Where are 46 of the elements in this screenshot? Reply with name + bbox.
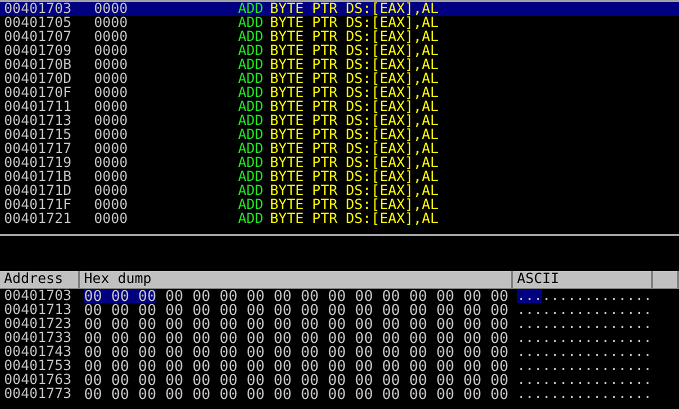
column-header[interactable]: Hex dump bbox=[80, 271, 513, 289]
address-cell-text: 00401703 bbox=[3, 289, 72, 303]
ascii-text[interactable]: ................ bbox=[517, 387, 652, 401]
address-cell-text: 00401713 bbox=[3, 303, 72, 317]
column-header[interactable]: Address bbox=[0, 271, 80, 289]
disassembly-row[interactable]: 0040170D 0000 ADD BYTE PTR DS:[EAX],AL bbox=[0, 72, 679, 86]
hex-bytes[interactable]: 00 00 00 00 00 00 00 00 00 00 00 00 00 00 00 00 bbox=[84, 345, 508, 359]
hex-bytes[interactable]: 00 00 00 00 00 00 00 00 00 00 00 00 00 00 00 00 bbox=[84, 303, 508, 317]
hex-bytes[interactable]: 00 00 00 00 00 00 00 00 00 00 00 00 00 00 00 00 bbox=[84, 331, 508, 345]
hex-bytes[interactable]: 00 00 00 00 00 00 00 00 00 00 00 00 00 00 00 00 bbox=[84, 373, 508, 387]
disassembly-row[interactable]: 00401717 0000 ADD BYTE PTR DS:[EAX],AL bbox=[0, 142, 679, 156]
disassembly-row[interactable]: 00401719 0000 ADD BYTE PTR DS:[EAX],AL bbox=[0, 156, 679, 170]
ascii-text[interactable]: ................ bbox=[517, 317, 652, 331]
address-cell-text: 00401763 bbox=[3, 373, 72, 387]
hex-bytes[interactable]: 00 00 00 00 00 00 00 00 00 00 00 00 00 bbox=[165, 289, 508, 303]
column-header[interactable]: ASCII bbox=[513, 271, 653, 289]
hex-bytes[interactable]: 00 00 00 00 00 00 00 00 00 00 00 00 00 00 00 00 bbox=[84, 317, 508, 331]
disassembly-row[interactable]: 00401711 0000 ADD BYTE PTR DS:[EAX],AL bbox=[0, 100, 679, 114]
hex-bytes[interactable]: 00 00 00 00 00 00 00 00 00 00 00 00 00 00 00 00 bbox=[84, 359, 508, 373]
ascii-text[interactable]: ................ bbox=[517, 345, 652, 359]
disassembly-row[interactable]: 0040170F 0000 ADD BYTE PTR DS:[EAX],AL bbox=[0, 86, 679, 100]
ascii-text[interactable]: ... bbox=[517, 289, 542, 303]
disassembly-row[interactable]: 00401709 0000 ADD BYTE PTR DS:[EAX],AL bbox=[0, 44, 679, 58]
disassembly-row[interactable]: 00401713 0000 ADD BYTE PTR DS:[EAX],AL bbox=[0, 114, 679, 128]
address-cell-text: 00401753 bbox=[3, 359, 72, 373]
disassembly-row[interactable]: 00401721 0000 ADD BYTE PTR DS:[EAX],AL bbox=[0, 212, 679, 226]
ascii-text[interactable]: ................ bbox=[517, 373, 652, 387]
ascii-text[interactable]: ................ bbox=[517, 331, 652, 345]
hex-bytes[interactable]: 00 00 00 bbox=[84, 289, 156, 303]
disassembly-row[interactable]: 00401707 0000 ADD BYTE PTR DS:[EAX],AL bbox=[0, 30, 679, 44]
ascii-text[interactable]: ................ bbox=[517, 359, 652, 373]
disassembly-row[interactable]: 0040171D 0000 ADD BYTE PTR DS:[EAX],AL bbox=[0, 184, 679, 198]
disassembly-row[interactable]: 0040170B 0000 ADD BYTE PTR DS:[EAX],AL bbox=[0, 58, 679, 72]
address-cell-text: 00401743 bbox=[3, 345, 72, 359]
ascii-text[interactable]: ................ bbox=[517, 303, 652, 317]
header-filler bbox=[653, 271, 679, 289]
address-cell-text: 00401733 bbox=[3, 331, 72, 345]
hex-bytes[interactable]: 00 00 00 00 00 00 00 00 00 00 00 00 00 00 00 00 bbox=[84, 387, 508, 401]
disassembly-row[interactable]: 0040171F 0000 ADD BYTE PTR DS:[EAX],AL bbox=[0, 198, 679, 212]
address-cell-text: 00401773 bbox=[3, 387, 72, 401]
disassembly-row[interactable]: 00401715 0000 ADD BYTE PTR DS:[EAX],AL bbox=[0, 128, 679, 142]
disassembly-row[interactable]: 0040171B 0000 ADD BYTE PTR DS:[EAX],AL bbox=[0, 170, 679, 184]
address-cell-text: 00401723 bbox=[3, 317, 72, 331]
ascii-text[interactable]: ............. bbox=[542, 289, 652, 303]
disassembly-row[interactable]: 00401705 0000 ADD BYTE PTR DS:[EAX],AL bbox=[0, 16, 679, 30]
disassembly-row[interactable]: 00401703 0000 ADD BYTE PTR DS:[EAX],AL bbox=[0, 2, 679, 16]
